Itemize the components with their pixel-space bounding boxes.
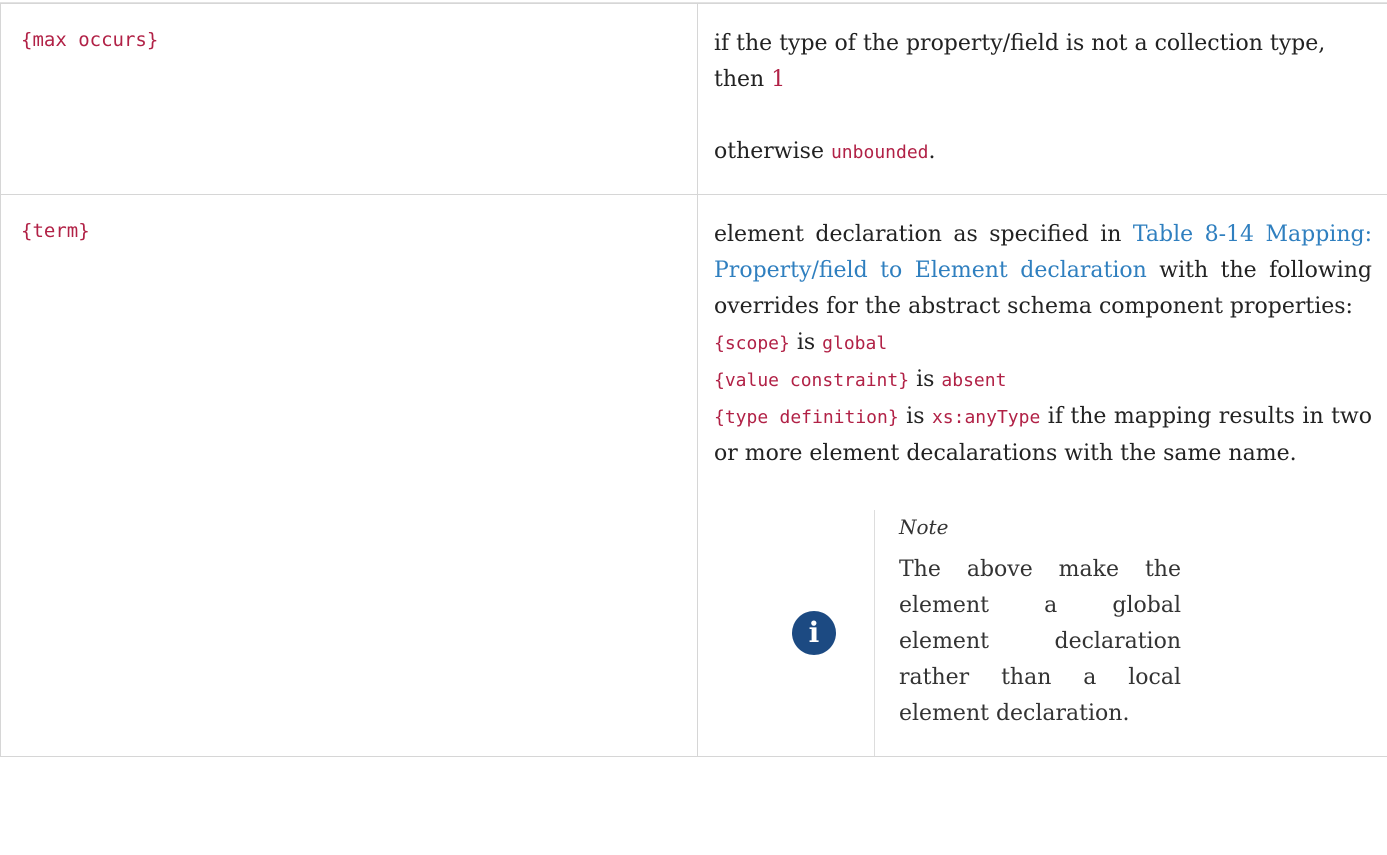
table-row: {term} element declaration as specified … (1, 195, 1387, 757)
note-admonition: i Note The above make the element a glob… (714, 510, 1372, 756)
unbounded-code: unbounded (831, 142, 929, 163)
mapping-table: {max occurs} if the type of the property… (0, 3, 1387, 757)
max-occurs-line-1: if the type of the property/field is not… (714, 26, 1372, 98)
note-title: Note (899, 512, 1181, 542)
note-text: The above make the element a global elem… (899, 552, 1181, 732)
value-cell: if the type of the property/field is not… (698, 4, 1387, 195)
property-name: {term} (1, 195, 697, 243)
info-icon: i (792, 611, 836, 655)
property-name: {max occurs} (1, 4, 697, 52)
note-body: Note The above make the element a global… (874, 510, 1181, 756)
value-cell: element declaration as specified in Tabl… (698, 195, 1387, 757)
max-occurs-one: 1 (771, 67, 785, 92)
max-occurs-line-2: otherwise unbounded. (714, 134, 1372, 171)
table-row: {max occurs} if the type of the property… (1, 4, 1387, 195)
override-value-constraint: {value constraint} is absent (714, 362, 1372, 399)
property-cell: {max occurs} (1, 4, 698, 195)
property-cell: {term} (1, 195, 698, 757)
override-type-definition: {type definition} is xs:anyType if the m… (714, 399, 1372, 472)
note-icon-column: i (714, 510, 874, 756)
value-text: if the type of the property/field is not… (698, 4, 1387, 181)
term-intro: element declaration as specified in Tabl… (714, 217, 1372, 325)
value-text: element declaration as specified in Tabl… (698, 195, 1387, 756)
override-scope: {scope} is global (714, 325, 1372, 362)
